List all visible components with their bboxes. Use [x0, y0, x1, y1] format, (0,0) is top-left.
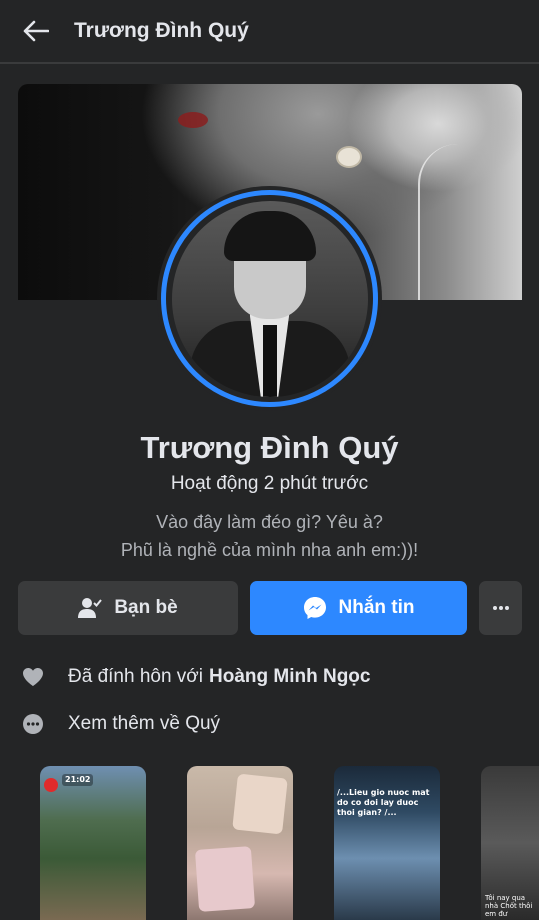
friend-check-icon — [78, 596, 103, 620]
heart-icon — [22, 666, 44, 688]
featured-story-card[interactable] — [187, 766, 293, 920]
featured-story-card[interactable]: /...Lieu gio nuoc mat do co doi lay duoc… — [334, 766, 440, 920]
featured-story-card[interactable]: 21:02 — [40, 766, 146, 920]
cover-detail — [336, 146, 362, 168]
featured-story-card[interactable]: Tôi nay qua nhà Chốt thôi em đư — [481, 766, 539, 920]
avatar-hair — [223, 210, 316, 261]
story-text: Tôi nay qua nhà Chốt thôi em đư — [485, 894, 533, 918]
see-more-row[interactable]: Xem thêm về Quý — [22, 709, 220, 739]
cover-detail — [178, 112, 208, 128]
header-title: Trương Đình Quý — [74, 19, 249, 42]
heart-badge-icon — [44, 778, 58, 792]
see-more-label: Xem thêm về Quý — [68, 713, 221, 734]
profile-bio: Vào đây làm đéo gì? Yêu à? Phũ là nghề c… — [0, 508, 539, 564]
relationship-row[interactable]: Đã đính hôn với Hoàng Minh Ngọc — [22, 662, 370, 692]
story-photo — [232, 773, 288, 835]
friends-label: Bạn bè — [114, 597, 178, 618]
arrow-left-icon — [23, 20, 49, 42]
relationship-name[interactable]: Hoàng Minh Ngọc — [209, 666, 370, 688]
message-label: Nhắn tin — [338, 597, 415, 618]
relationship-prefix: Đã đính hôn với — [68, 666, 203, 687]
story-text: 21:02 — [62, 774, 94, 786]
story-photo — [194, 846, 256, 912]
active-status: Hoạt động 2 phút trước — [170, 473, 369, 494]
back-button[interactable] — [18, 13, 54, 49]
top-bar: Trương Đình Quý — [0, 0, 539, 64]
cover-detail — [418, 144, 478, 300]
story-text: /...Lieu gio nuoc mat do co doi lay duoc… — [337, 788, 430, 817]
profile-name: Trương Đình Quý — [140, 430, 399, 465]
avatar-ring — [157, 186, 382, 411]
bio-line: Vào đây làm đéo gì? Yêu à? — [156, 512, 383, 532]
more-horizontal-icon — [492, 606, 509, 610]
message-button[interactable]: Nhắn tin — [250, 581, 467, 635]
bio-line: Phũ là nghề của mình nha anh em:))! — [120, 540, 419, 560]
more-button[interactable] — [479, 581, 522, 635]
friends-button[interactable]: Bạn bè — [18, 581, 238, 635]
more-circle-icon — [22, 713, 44, 735]
avatar-image — [171, 200, 368, 397]
avatar-tie — [262, 324, 277, 397]
profile-avatar[interactable] — [161, 190, 378, 407]
messenger-icon — [303, 596, 327, 620]
featured-stories: 21:02 /...Lieu gio nuoc mat do co doi la… — [0, 766, 539, 920]
